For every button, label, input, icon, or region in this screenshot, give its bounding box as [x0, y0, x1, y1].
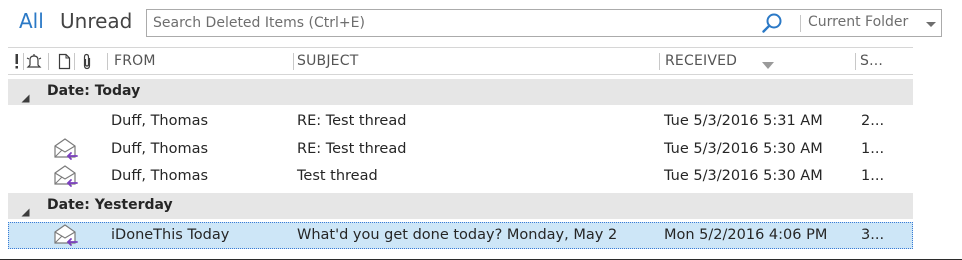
- header-divider: [23, 53, 24, 70]
- header-divider: [107, 53, 108, 70]
- column-from[interactable]: FROM: [114, 53, 156, 69]
- message-from: iDoneThis Today: [111, 227, 230, 243]
- message-subject: RE: Test thread: [297, 141, 407, 157]
- importance-column-icon[interactable]: [14, 53, 20, 70]
- message-subject: What'd you get done today? Monday, May 2: [297, 227, 618, 243]
- message-row-selected[interactable]: iDoneThis Today What'd you get done toda…: [8, 222, 913, 249]
- search-input[interactable]: [147, 10, 755, 36]
- header-divider: [855, 53, 856, 70]
- column-subject[interactable]: SUBJECT: [297, 53, 358, 69]
- header-divider: [74, 53, 75, 70]
- search-box: Current Folder: [146, 9, 942, 37]
- message-size: 2...: [861, 113, 885, 129]
- replied-envelope-icon: [53, 223, 79, 247]
- scope-divider: [800, 15, 801, 32]
- column-size[interactable]: S...: [860, 53, 883, 69]
- message-from: Duff, Thomas: [111, 141, 209, 157]
- message-received: Mon 5/2/2016 4:06 PM: [664, 227, 828, 243]
- message-subject: Test thread: [297, 168, 378, 184]
- column-received[interactable]: RECEIVED: [665, 53, 737, 69]
- message-size: 1...: [861, 141, 885, 157]
- message-row[interactable]: Duff, Thomas Test thread Tue 5/3/2016 5:…: [8, 163, 913, 190]
- paperclip-icon[interactable]: [81, 53, 93, 70]
- group-header-today[interactable]: Date: Today: [8, 79, 913, 105]
- message-received: Tue 5/3/2016 5:31 AM: [664, 113, 823, 129]
- message-row[interactable]: Duff, Thomas RE: Test thread Tue 5/3/201…: [8, 108, 913, 135]
- search-scope-label: Current Folder: [808, 14, 909, 30]
- filter-all[interactable]: All: [19, 9, 44, 33]
- search-scope-dropdown[interactable]: Current Folder: [808, 10, 943, 36]
- document-icon[interactable]: [58, 53, 71, 70]
- group-header-yesterday[interactable]: Date: Yesterday: [8, 193, 913, 219]
- replied-envelope-icon: [53, 164, 79, 188]
- replied-envelope-icon: [53, 137, 79, 161]
- message-size: 3...: [861, 227, 885, 243]
- message-received: Tue 5/3/2016 5:30 AM: [664, 141, 823, 157]
- message-from: Duff, Thomas: [111, 168, 209, 184]
- filter-unread[interactable]: Unread: [60, 9, 132, 33]
- message-size: 1...: [861, 168, 885, 184]
- group-label: Date: Yesterday: [47, 197, 173, 213]
- header-divider: [659, 53, 660, 70]
- bell-icon[interactable]: [26, 53, 42, 70]
- message-row[interactable]: Duff, Thomas RE: Test thread Tue 5/3/201…: [8, 136, 913, 163]
- chevron-down-icon: [924, 16, 938, 30]
- collapse-triangle-icon[interactable]: [21, 202, 30, 217]
- message-received: Tue 5/3/2016 5:30 AM: [664, 168, 823, 184]
- column-header: FROM SUBJECT RECEIVED S...: [8, 47, 913, 75]
- message-subject: RE: Test thread: [297, 113, 407, 129]
- message-from: Duff, Thomas: [111, 113, 209, 129]
- header-divider: [293, 53, 294, 70]
- group-label: Date: Today: [47, 83, 141, 99]
- sort-descending-icon: [761, 56, 775, 69]
- header-divider: [48, 53, 49, 70]
- collapse-triangle-icon[interactable]: [21, 88, 30, 103]
- search-icon[interactable]: [761, 12, 783, 34]
